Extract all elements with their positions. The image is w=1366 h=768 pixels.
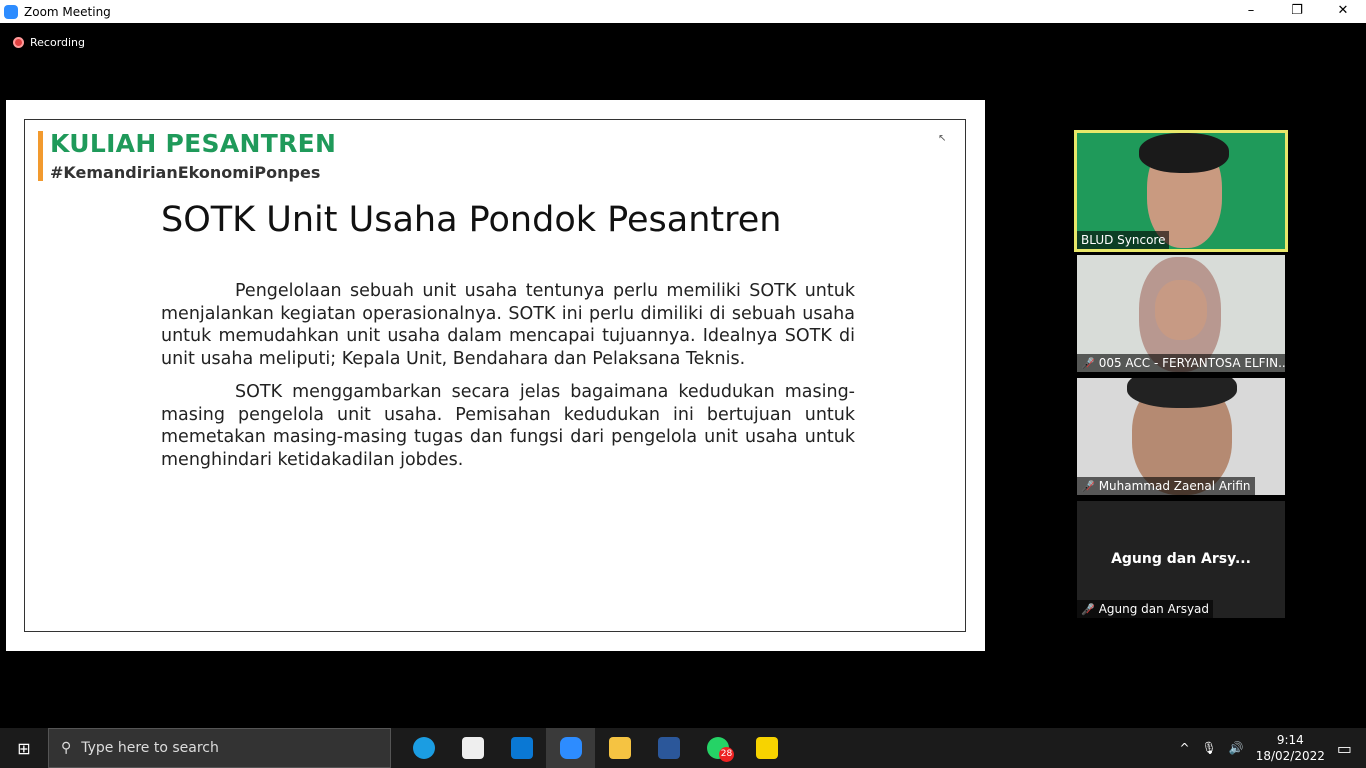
restore-button[interactable]: ❐ bbox=[1274, 0, 1320, 23]
speaker-icon[interactable]: 🔊 bbox=[1229, 741, 1244, 755]
whatsapp-icon[interactable]: 28 bbox=[693, 728, 742, 768]
mic-muted-icon: 🎤̸ bbox=[1081, 479, 1095, 493]
shared-screen: KULIAH PESANTREN #KemandirianEkonomiPonp… bbox=[6, 100, 985, 651]
recording-label: Recording bbox=[30, 36, 86, 49]
search-icon: ⚲ bbox=[61, 740, 72, 756]
participant-name: Muhammad Zaenal Arifin bbox=[1098, 479, 1251, 493]
paragraph: SOTK menggambarkan secara jelas bagaiman… bbox=[161, 382, 855, 470]
recording-icon bbox=[13, 37, 24, 48]
zoom-logo-icon bbox=[4, 4, 18, 19]
windows-start-icon[interactable]: ⊞ bbox=[0, 739, 48, 758]
taskbar-search[interactable]: ⚲ Type here to search bbox=[48, 728, 391, 768]
participant-name: 005 ACC - FERYANTOSA ELFIN... bbox=[1098, 356, 1285, 370]
mail-icon[interactable] bbox=[497, 728, 546, 768]
microphone-icon[interactable]: 🎙 bbox=[1202, 741, 1217, 755]
word-icon[interactable] bbox=[644, 728, 693, 768]
participant-display-name: Agung dan Arsy... bbox=[1111, 551, 1251, 567]
accent-bar bbox=[38, 131, 43, 181]
search-placeholder: Type here to search bbox=[81, 740, 219, 756]
taskbar: ⊞ ⚲ Type here to search 28 ^ 🎙 🔊 9:14 18… bbox=[0, 728, 1366, 768]
mic-muted-icon: 🎤̸ bbox=[1081, 356, 1095, 370]
notifications-icon[interactable]: ▭ bbox=[1337, 739, 1352, 758]
participant-tile[interactable]: BLUD Syncore bbox=[1074, 130, 1288, 252]
slide-brand: KULIAH PESANTREN bbox=[50, 129, 337, 158]
participant-name: Agung dan Arsyad bbox=[1098, 602, 1210, 616]
slide-heading: SOTK Unit Usaha Pondok Pesantren bbox=[161, 200, 782, 240]
hair bbox=[1139, 133, 1229, 173]
participant-name: BLUD Syncore bbox=[1081, 233, 1166, 247]
sticky-notes-icon[interactable] bbox=[742, 728, 791, 768]
mic-muted-icon: 🎤̸ bbox=[1081, 602, 1095, 616]
participant-tile[interactable]: 🎤̸ Muhammad Zaenal Arifin bbox=[1077, 378, 1285, 495]
mouse-cursor-icon: ↖ bbox=[938, 133, 947, 144]
face bbox=[1155, 280, 1207, 340]
participant-tile[interactable]: Agung dan Arsy... 🎤̸ Agung dan Arsyad bbox=[1077, 501, 1285, 618]
minimize-button[interactable]: – bbox=[1228, 0, 1274, 23]
edge-icon[interactable] bbox=[399, 728, 448, 768]
participant-tile[interactable]: 🎤̸ 005 ACC - FERYANTOSA ELFIN... bbox=[1077, 255, 1285, 372]
close-button[interactable]: ✕ bbox=[1320, 0, 1366, 23]
title-bar: Zoom Meeting – ❐ ✕ bbox=[0, 0, 1366, 23]
window-title: Zoom Meeting bbox=[24, 4, 111, 19]
notification-badge: 28 bbox=[719, 747, 734, 762]
slide-body: Pengelolaan sebuah unit usaha tentunya p… bbox=[161, 280, 855, 482]
recording-indicator[interactable]: Recording bbox=[13, 36, 85, 49]
store-icon[interactable] bbox=[448, 728, 497, 768]
date: 18/02/2022 bbox=[1255, 749, 1325, 763]
clock[interactable]: 9:14 18/02/2022 bbox=[1256, 732, 1325, 764]
time: 9:14 bbox=[1276, 733, 1304, 747]
zoom-icon[interactable] bbox=[546, 728, 595, 768]
slide-hashtag: #KemandirianEkonomiPonpes bbox=[50, 163, 321, 182]
chevron-up-icon[interactable]: ^ bbox=[1179, 741, 1189, 755]
slide: KULIAH PESANTREN #KemandirianEkonomiPonp… bbox=[24, 119, 966, 632]
file-explorer-icon[interactable] bbox=[595, 728, 644, 768]
paragraph: Pengelolaan sebuah unit usaha tentunya p… bbox=[161, 281, 855, 369]
